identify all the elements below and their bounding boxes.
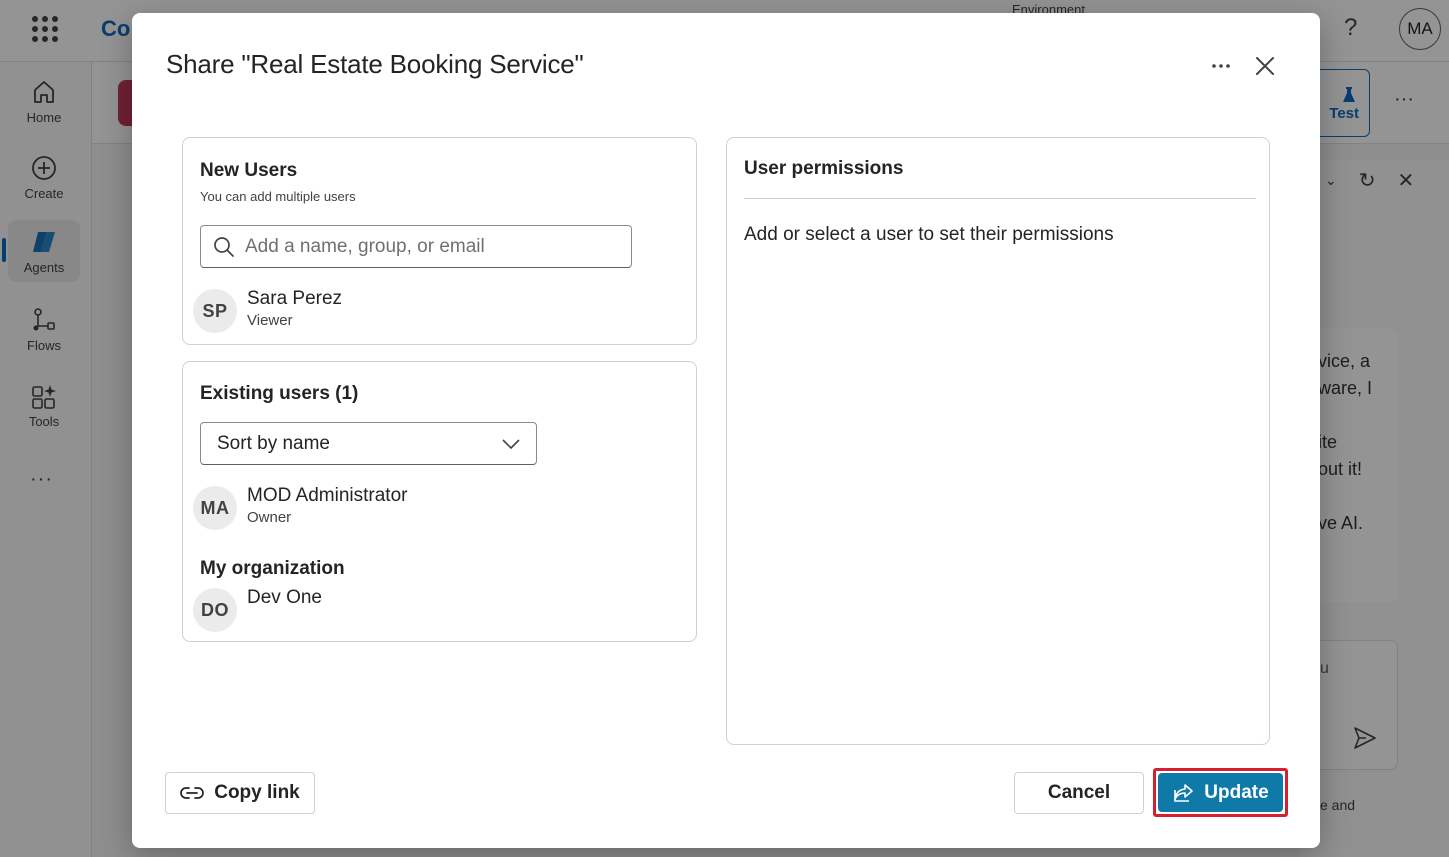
link-icon (180, 787, 205, 799)
permissions-empty-message: Add or select a user to set their permis… (744, 224, 1114, 245)
dialog-title: Share "Real Estate Booking Service" (166, 49, 584, 79)
update-button[interactable]: Update (1158, 773, 1283, 812)
user-name: Sara Perez (247, 288, 343, 309)
cancel-button[interactable]: Cancel (1014, 772, 1144, 814)
new-user-entry[interactable]: SP Sara Perez Viewer (193, 288, 343, 333)
user-permissions-card: User permissions Add or select a user to… (726, 137, 1270, 745)
new-users-card: New Users You can add multiple users SP … (182, 137, 697, 345)
dialog-close-button[interactable] (1252, 53, 1278, 79)
user-name: MOD Administrator (247, 485, 408, 506)
organization-name: Dev One (247, 587, 322, 608)
close-icon (1256, 57, 1274, 75)
permissions-title: User permissions (744, 158, 904, 179)
existing-user-entry[interactable]: MA MOD Administrator Owner (193, 485, 408, 530)
avatar: MA (193, 486, 237, 530)
copy-link-label: Copy link (214, 782, 300, 803)
share-dialog: Share "Real Estate Booking Service" New … (132, 13, 1320, 848)
new-users-title: New Users (200, 160, 298, 181)
avatar: SP (193, 289, 237, 333)
update-label: Update (1204, 781, 1269, 803)
my-organization-title: My organization (200, 558, 345, 579)
copy-link-button[interactable]: Copy link (165, 772, 315, 814)
search-icon (214, 236, 234, 257)
user-role: Viewer (247, 312, 293, 329)
user-search-input[interactable] (245, 235, 625, 258)
new-users-subtitle: You can add multiple users (200, 189, 356, 204)
organization-entry[interactable]: DO Dev One (193, 587, 322, 632)
sort-dropdown-value: Sort by name (217, 432, 330, 454)
user-search-field[interactable] (200, 225, 632, 268)
more-horizontal-icon (1212, 64, 1230, 68)
share-icon (1174, 783, 1194, 802)
user-role: Owner (247, 509, 292, 526)
existing-users-card: Existing users (1) Sort by name MA MOD A… (182, 361, 697, 642)
sort-dropdown[interactable]: Sort by name (200, 422, 537, 465)
dialog-more-button[interactable] (1208, 53, 1234, 79)
avatar: DO (193, 588, 237, 632)
chevron-down-icon (502, 438, 520, 449)
permissions-divider (744, 198, 1256, 199)
existing-users-title: Existing users (1) (200, 383, 359, 404)
